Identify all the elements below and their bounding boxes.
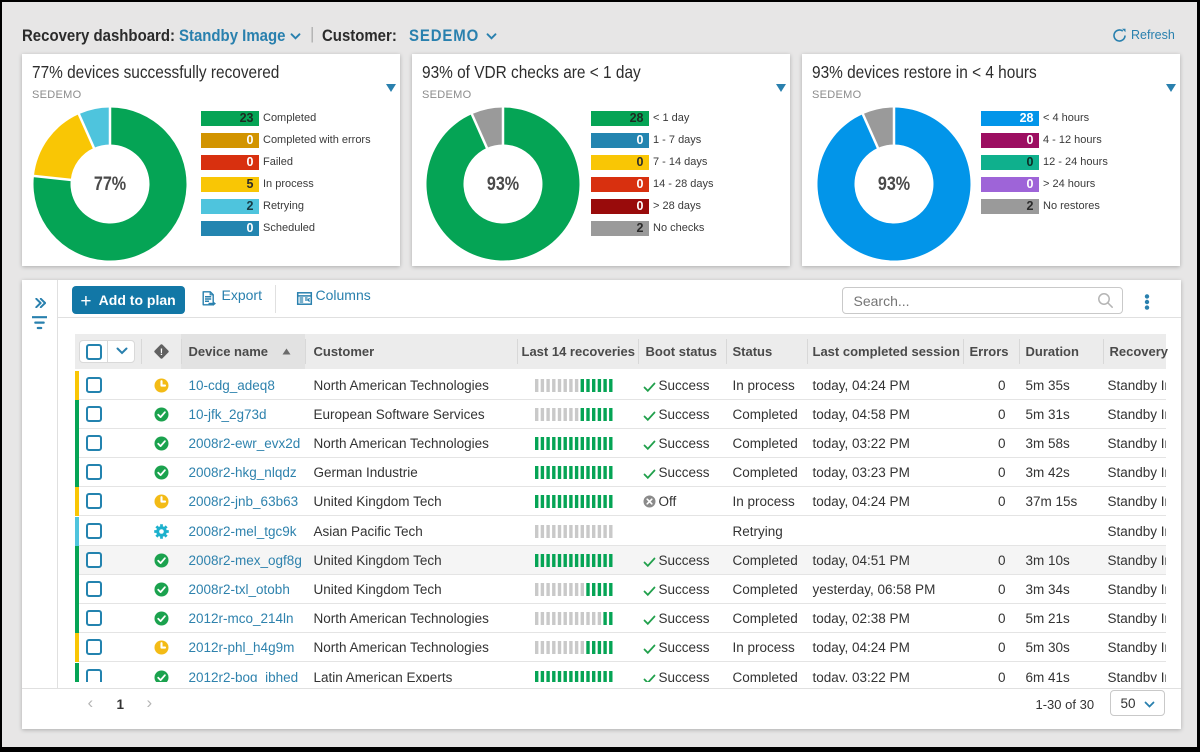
svg-text:!: ! (159, 347, 162, 358)
